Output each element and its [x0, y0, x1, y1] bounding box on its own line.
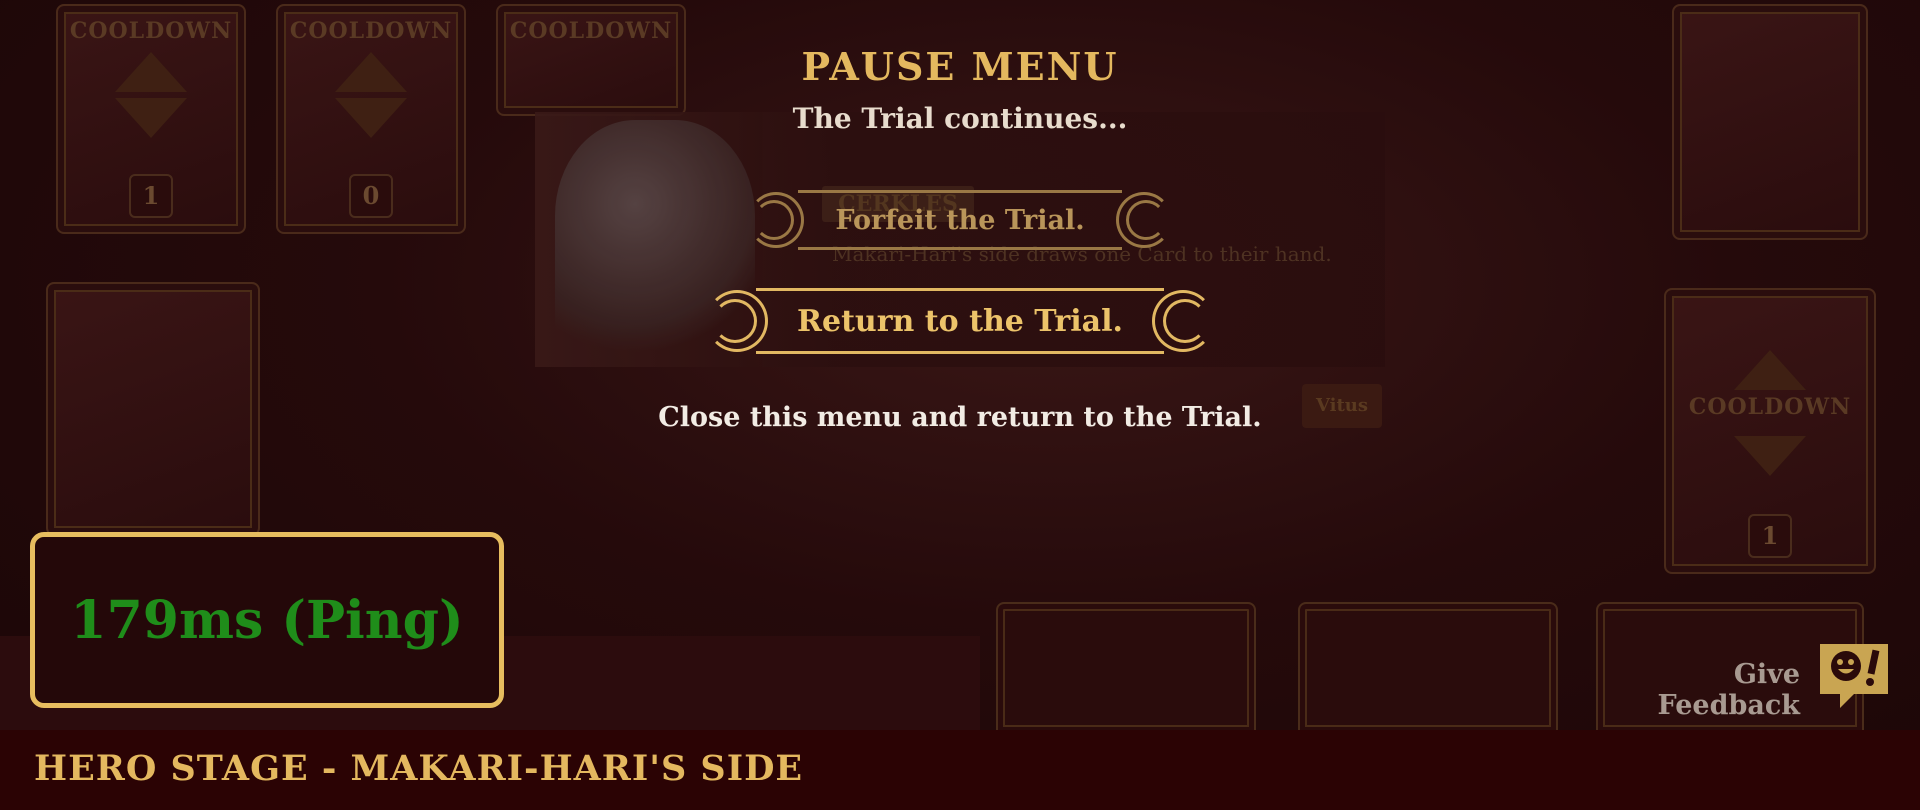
return-to-trial-button[interactable]: Return to the Trial.	[706, 288, 1214, 354]
forfeit-trial-label: Forfeit the Trial.	[835, 204, 1085, 236]
stage-label: HERO STAGE - MAKARI-HARI'S SIDE	[34, 748, 804, 789]
cooldown-label: COOLDOWN	[69, 18, 233, 44]
stage-status-bar: HERO STAGE - MAKARI-HARI'S SIDE	[0, 730, 1920, 810]
feedback-face-icon[interactable]	[1818, 642, 1890, 710]
return-to-trial-label: Return to the Trial.	[797, 303, 1123, 339]
pause-menu-subtitle: The Trial continues...	[792, 102, 1128, 135]
cooldown-count: 1	[129, 174, 173, 218]
cooldown-up-arrow-icon	[1734, 350, 1806, 390]
give-feedback-link[interactable]: Give Feedback	[1588, 659, 1800, 721]
ping-text: 179ms (Ping)	[70, 589, 464, 651]
cooldown-count: 0	[349, 174, 393, 218]
cooldown-label: COOLDOWN	[509, 18, 673, 44]
ping-indicator: 179ms (Ping)	[30, 532, 504, 708]
forfeit-trial-button[interactable]: Forfeit the Trial.	[748, 190, 1172, 250]
cooldown-count: 1	[1748, 514, 1792, 558]
pause-menu-title: PAUSE MENU	[801, 44, 1119, 89]
hand-card	[996, 602, 1256, 732]
hand-card	[1298, 602, 1558, 732]
cooldown-label: COOLDOWN	[289, 18, 453, 44]
scroll-left-curl-icon	[748, 192, 804, 248]
cooldown-down-arrow-icon	[1734, 436, 1806, 476]
scroll-right-curl-icon	[1116, 192, 1172, 248]
scroll-left-curl-icon	[706, 290, 768, 352]
menu-hint-text: Close this menu and return to the Trial.	[658, 402, 1262, 433]
scroll-right-curl-icon	[1152, 290, 1214, 352]
